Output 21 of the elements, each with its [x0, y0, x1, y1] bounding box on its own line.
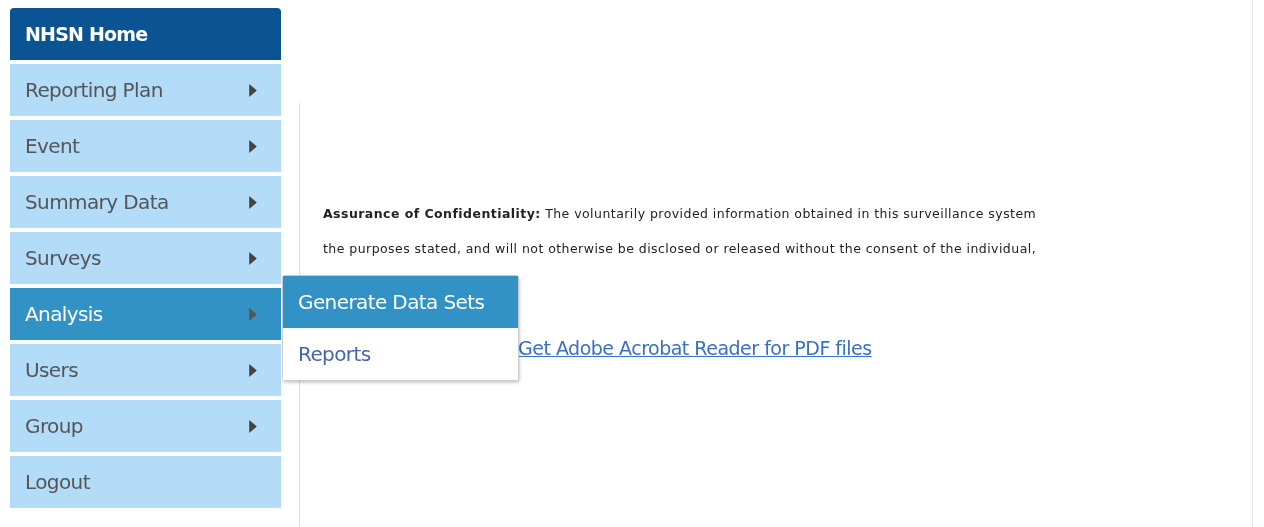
caret-icon: [249, 139, 257, 153]
menu-item[interactable]: Summary Data: [10, 176, 281, 228]
notice-text: Assurance of Confidentiality: The voluntarily provided information obtained in this surveillance system: [323, 205, 1038, 223]
menu-item[interactable]: Analysis: [10, 288, 281, 340]
caret-icon: [249, 363, 257, 377]
menu-item[interactable]: Reporting Plan: [10, 64, 281, 116]
menu-item[interactable]: Surveys: [10, 232, 281, 284]
caret-icon: [249, 195, 257, 209]
caret-icon: [249, 251, 257, 265]
acrobat-link[interactable]: Get Adobe Acrobat Reader for PDF files: [518, 337, 872, 359]
menu-item[interactable]: Logout: [10, 456, 281, 508]
menu-item[interactable]: Users: [10, 344, 281, 396]
menu-item[interactable]: Group: [10, 400, 281, 452]
submenu-item[interactable]: Generate Data Sets: [283, 276, 518, 328]
caret-icon: [249, 83, 257, 97]
caret-icon: [249, 419, 257, 433]
menu-item[interactable]: Event: [10, 120, 281, 172]
home-link[interactable]: NHSN Home: [10, 8, 281, 60]
notice-text: the purposes stated, and will not otherwise be disclosed or released without the consent of the individual,: [323, 240, 1038, 258]
caret-icon: [249, 307, 257, 321]
submenu-item[interactable]: Reports: [283, 328, 518, 380]
